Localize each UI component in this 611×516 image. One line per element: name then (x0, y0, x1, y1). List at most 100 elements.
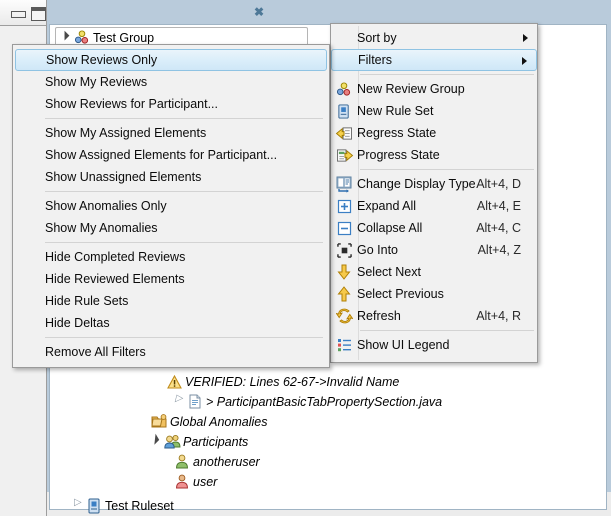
menu-item-label: Show My Assigned Elements (45, 126, 207, 140)
menu-item-go-into[interactable]: Go Into Alt+4, Z (331, 239, 537, 261)
menu-item-expand-all[interactable]: Expand All Alt+4, E (331, 195, 537, 217)
tree-label: Global Anomalies (170, 414, 268, 429)
menu-item-label: Show Anomalies Only (45, 199, 167, 213)
tree-label: user (193, 474, 218, 489)
user-red-icon (173, 474, 191, 490)
menu-item-show-my-reviews[interactable]: Show My Reviews (15, 71, 327, 93)
expand-all-icon (331, 195, 357, 217)
regress-state-icon (331, 122, 357, 144)
menu-item-new-review-group[interactable]: New Review Group (331, 78, 537, 100)
menu-item-show-reviews-for-participant[interactable]: Show Reviews for Participant... (15, 93, 327, 115)
java-file-icon (186, 394, 204, 410)
tree-label: anotheruser (193, 454, 260, 469)
menu-item-show-unassigned-elements[interactable]: Show Unassigned Elements (15, 166, 327, 188)
eclipse-window: Outline Review Navigator ✖ (0, 0, 611, 516)
menu-item-change-display-type[interactable]: Change Display Type Alt+4, D (331, 173, 537, 195)
no-icon (331, 27, 357, 49)
menu-item-show-ui-legend[interactable]: Show UI Legend (331, 334, 537, 356)
menu-item-label: Hide Reviewed Elements (45, 272, 185, 286)
progress-state-icon (331, 144, 357, 166)
menu-item-label: Show Assigned Elements for Participant..… (45, 148, 278, 162)
menu-separator (45, 118, 323, 119)
select-next-icon (331, 261, 357, 283)
tree-label: Participants (183, 434, 249, 449)
menu-item-accelerator: Alt+4, D (476, 177, 521, 191)
twisty-closed-icon[interactable] (72, 497, 85, 512)
view-dropdown-menu[interactable]: Sort by Filters New Review Group New Rul… (330, 23, 538, 363)
menu-item-accelerator: Alt+4, Z (477, 243, 521, 257)
menu-separator (360, 330, 534, 331)
menu-item-new-rule-set[interactable]: New Rule Set (331, 100, 537, 122)
menu-item-show-reviews-only[interactable]: Show Reviews Only (15, 49, 327, 71)
refresh-icon (331, 305, 357, 327)
tree-label: VERIFIED: Lines 62-67->Invalid Name (185, 374, 400, 389)
menu-item-regress-state[interactable]: Regress State (331, 122, 537, 144)
menu-item-collapse-all[interactable]: Collapse All Alt+4, C (331, 217, 537, 239)
table-row[interactable]: Test Ruleset (72, 496, 174, 515)
tree-label: Test Ruleset (105, 498, 174, 513)
menu-item-show-my-assigned-elements[interactable]: Show My Assigned Elements (15, 122, 327, 144)
ui-legend-icon (331, 334, 357, 356)
filters-submenu[interactable]: Show Reviews Only Show My Reviews Show R… (12, 44, 330, 368)
rule-set-icon (85, 498, 103, 514)
menu-item-label: Refresh (357, 309, 401, 323)
menu-separator (45, 191, 323, 192)
menu-separator (45, 242, 323, 243)
menu-item-progress-state[interactable]: Progress State (331, 144, 537, 166)
select-previous-icon (331, 283, 357, 305)
menu-item-select-previous[interactable]: Select Previous (331, 283, 537, 305)
menu-item-accelerator: Alt+4, E (476, 199, 521, 213)
menu-item-select-next[interactable]: Select Next (331, 261, 537, 283)
menu-item-label: Show UI Legend (357, 338, 450, 352)
menu-item-label: Select Previous (357, 287, 444, 301)
menu-item-show-anomalies-only[interactable]: Show Anomalies Only (15, 195, 327, 217)
participants-icon (163, 434, 181, 450)
menu-item-label: Filters (358, 53, 393, 67)
table-row[interactable]: Participants (150, 432, 248, 451)
menu-item-refresh[interactable]: Refresh Alt+4, R (331, 305, 537, 327)
anomaly-folder-icon (150, 414, 168, 430)
menu-item-accelerator: Alt+4, R (476, 309, 521, 323)
menu-item-label: Collapse All (357, 221, 423, 235)
restore-button[interactable] (11, 11, 26, 18)
twisty-open-icon[interactable] (150, 435, 163, 448)
menu-item-remove-all-filters[interactable]: Remove All Filters (15, 341, 327, 363)
menu-item-show-assigned-elements-for-participant[interactable]: Show Assigned Elements for Participant..… (15, 144, 327, 166)
table-row[interactable]: user (173, 472, 217, 491)
menu-separator (360, 169, 534, 170)
menu-item-label: Sort by (357, 31, 397, 45)
menu-item-hide-rule-sets[interactable]: Hide Rule Sets (15, 290, 327, 312)
table-row[interactable]: VERIFIED: Lines 62-67->Invalid Name (165, 372, 399, 391)
menu-item-label: Regress State (357, 126, 437, 140)
table-row[interactable]: Global Anomalies (150, 412, 268, 431)
table-row[interactable]: anotheruser (173, 452, 260, 471)
menu-item-hide-deltas[interactable]: Hide Deltas (15, 312, 327, 334)
tree-label: Test Group (93, 30, 155, 45)
warning-icon (165, 374, 183, 390)
maximize-button[interactable] (31, 7, 46, 21)
twisty-closed-icon[interactable] (173, 393, 186, 408)
menu-item-label: Hide Deltas (45, 316, 110, 330)
menu-item-sort-by[interactable]: Sort by (331, 27, 537, 49)
new-rule-set-icon (331, 100, 357, 122)
menu-item-label: Show Reviews Only (46, 53, 158, 67)
menu-item-hide-reviewed-elements[interactable]: Hide Reviewed Elements (15, 268, 327, 290)
no-icon (332, 49, 358, 71)
twisty-open-icon[interactable] (60, 31, 73, 44)
menu-item-label: Show My Reviews (45, 75, 148, 89)
menu-item-label: Change Display Type (357, 177, 476, 191)
close-icon[interactable]: ✖ (254, 5, 264, 19)
menu-item-label: Show Unassigned Elements (45, 170, 202, 184)
menu-item-label: New Review Group (357, 82, 465, 96)
menu-item-filters[interactable]: Filters (331, 49, 537, 71)
go-into-icon (331, 239, 357, 261)
menu-item-label: New Rule Set (357, 104, 434, 118)
menu-item-accelerator: Alt+4, C (476, 221, 521, 235)
submenu-arrow-icon (523, 34, 528, 42)
tree-label: > ParticipantBasicTabPropertySection.jav… (206, 394, 443, 409)
menu-item-label: Remove All Filters (45, 345, 146, 359)
menu-item-label: Go Into (357, 243, 398, 257)
table-row[interactable]: > ParticipantBasicTabPropertySection.jav… (173, 392, 442, 411)
menu-item-show-my-anomalies[interactable]: Show My Anomalies (15, 217, 327, 239)
menu-item-hide-completed-reviews[interactable]: Hide Completed Reviews (15, 246, 327, 268)
